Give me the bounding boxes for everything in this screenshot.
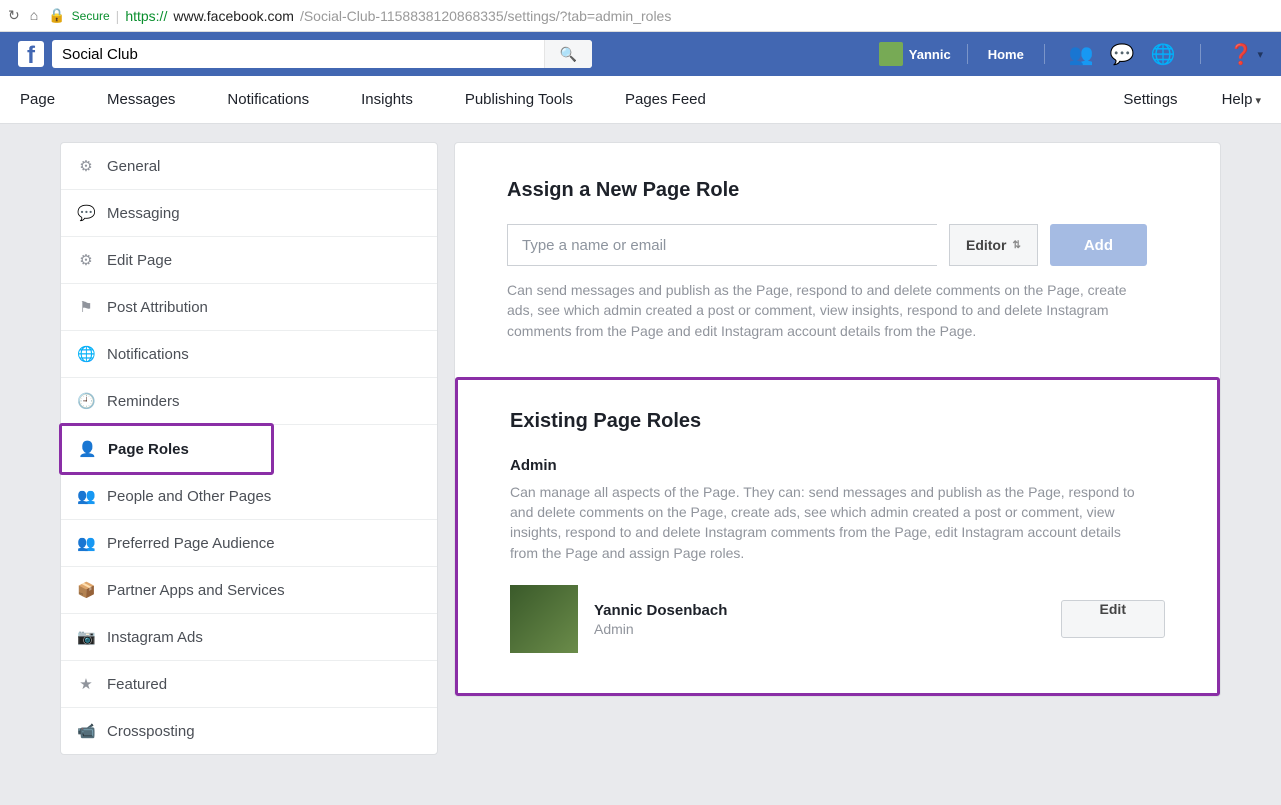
main-panel: Assign a New Page Role Editor ⇅ Add Can … bbox=[454, 142, 1221, 697]
tab-publishing-tools[interactable]: Publishing Tools bbox=[465, 91, 573, 108]
profile-link[interactable]: Yannic bbox=[873, 42, 957, 66]
secure-label: Secure bbox=[72, 9, 110, 23]
chevron-down-icon: ▾ bbox=[1257, 48, 1263, 61]
clock-icon: 🕘 bbox=[77, 392, 95, 410]
sidebar-item-post-attribution[interactable]: ⚑Post Attribution bbox=[61, 284, 437, 331]
role-name-heading: Admin bbox=[510, 457, 1165, 474]
tab-messages[interactable]: Messages bbox=[107, 91, 175, 108]
people-icon: 👥 bbox=[77, 534, 95, 552]
avatar bbox=[879, 42, 903, 66]
role-permissions-text: Can manage all aspects of the Page. They… bbox=[510, 482, 1150, 563]
sidebar-highlight: 👤Page Roles bbox=[59, 423, 274, 475]
existing-roles-title: Existing Page Roles bbox=[510, 410, 1165, 433]
facebook-header: f 🔍 Yannic Home 👥 💬 🌐 ❓ ▾ bbox=[0, 32, 1281, 76]
tab-insights[interactable]: Insights bbox=[361, 91, 413, 108]
browser-address-bar: ↻ ⌂ 🔒 Secure | https://www.facebook.com/… bbox=[0, 0, 1281, 32]
instagram-icon: 📷 bbox=[77, 628, 95, 646]
tab-settings[interactable]: Settings bbox=[1123, 91, 1177, 108]
search-container: 🔍 bbox=[52, 40, 592, 68]
avatar bbox=[510, 585, 578, 653]
globe-icon: 🌐 bbox=[77, 345, 95, 363]
home-icon[interactable]: ⌂ bbox=[30, 7, 38, 24]
sidebar-item-partner-apps[interactable]: 📦Partner Apps and Services bbox=[61, 567, 437, 614]
sidebar-item-preferred-audience[interactable]: 👥Preferred Page Audience bbox=[61, 520, 437, 567]
messages-icon[interactable]: 💬 bbox=[1110, 42, 1135, 67]
existing-roles-section: Existing Page Roles Admin Can manage all… bbox=[455, 377, 1220, 696]
sidebar-item-notifications[interactable]: 🌐Notifications bbox=[61, 331, 437, 378]
people-icon: 👥 bbox=[77, 487, 95, 505]
person-icon: 👤 bbox=[78, 440, 96, 458]
sort-icon: ⇅ bbox=[1012, 240, 1020, 251]
sidebar-item-messaging[interactable]: 💬Messaging bbox=[61, 190, 437, 237]
search-input[interactable] bbox=[52, 46, 544, 63]
sidebar-item-reminders[interactable]: 🕘Reminders bbox=[61, 378, 437, 425]
gear-icon: ⚙ bbox=[77, 251, 95, 269]
admin-user-row: Yannic Dosenbach Admin Edit bbox=[510, 585, 1165, 653]
tab-pages-feed[interactable]: Pages Feed bbox=[625, 91, 706, 108]
tab-notifications[interactable]: Notifications bbox=[227, 91, 309, 108]
divider bbox=[967, 44, 968, 64]
user-role: Admin bbox=[594, 621, 727, 637]
search-button[interactable]: 🔍 bbox=[544, 40, 592, 68]
url-field[interactable]: 🔒 Secure | https://www.facebook.com/Soci… bbox=[48, 7, 1273, 24]
facebook-logo-icon[interactable]: f bbox=[18, 41, 44, 67]
tab-page[interactable]: Page bbox=[20, 91, 55, 108]
assign-role-title: Assign a New Page Role bbox=[507, 179, 1168, 202]
sidebar-item-page-roles[interactable]: 👤Page Roles bbox=[62, 426, 271, 472]
star-icon: ★ bbox=[77, 675, 95, 693]
page-menu: Page Messages Notifications Insights Pub… bbox=[0, 76, 1281, 124]
sidebar-item-people-pages[interactable]: 👥People and Other Pages bbox=[61, 473, 437, 520]
lock-icon: 🔒 bbox=[48, 7, 65, 24]
sidebar-item-edit-page[interactable]: ⚙Edit Page bbox=[61, 237, 437, 284]
friend-requests-icon[interactable]: 👥 bbox=[1069, 42, 1094, 67]
settings-sidebar: ⚙General 💬Messaging ⚙Edit Page ⚑Post Att… bbox=[60, 142, 438, 755]
add-button[interactable]: Add bbox=[1050, 224, 1147, 266]
home-link[interactable]: Home bbox=[978, 47, 1034, 62]
sidebar-item-general[interactable]: ⚙General bbox=[61, 143, 437, 190]
role-description: Can send messages and publish as the Pag… bbox=[507, 280, 1147, 341]
divider bbox=[1200, 44, 1201, 64]
role-select[interactable]: Editor ⇅ bbox=[949, 224, 1038, 266]
video-icon: 📹 bbox=[77, 722, 95, 740]
box-icon: 📦 bbox=[77, 581, 95, 599]
name-email-input[interactable] bbox=[507, 224, 937, 266]
sidebar-item-instagram-ads[interactable]: 📷Instagram Ads bbox=[61, 614, 437, 661]
sidebar-item-featured[interactable]: ★Featured bbox=[61, 661, 437, 708]
help-dropdown[interactable]: ❓ ▾ bbox=[1229, 42, 1263, 67]
gear-icon: ⚙ bbox=[77, 157, 95, 175]
role-select-value: Editor bbox=[966, 237, 1006, 253]
chat-icon: 💬 bbox=[77, 204, 95, 222]
user-name: Yannic Dosenbach bbox=[594, 602, 727, 619]
divider bbox=[1044, 44, 1045, 64]
help-icon: ❓ bbox=[1229, 42, 1254, 67]
reload-icon[interactable]: ↻ bbox=[8, 7, 20, 24]
flag-icon: ⚑ bbox=[77, 298, 95, 316]
tab-help[interactable]: Help bbox=[1222, 91, 1261, 108]
edit-button[interactable]: Edit bbox=[1061, 600, 1165, 638]
notifications-icon[interactable]: 🌐 bbox=[1151, 42, 1176, 67]
profile-name: Yannic bbox=[909, 47, 951, 62]
search-icon: 🔍 bbox=[560, 46, 577, 63]
sidebar-item-crossposting[interactable]: 📹Crossposting bbox=[61, 708, 437, 754]
